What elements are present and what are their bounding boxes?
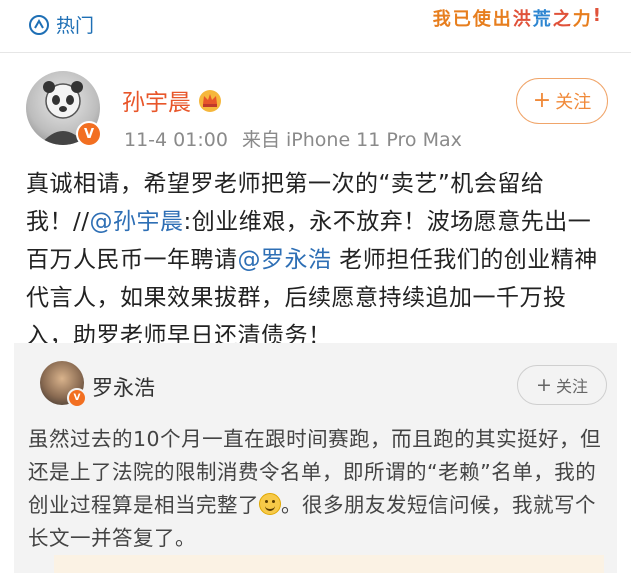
quoted-author-avatar[interactable]: V bbox=[40, 361, 87, 408]
link-card-preview[interactable] bbox=[54, 555, 604, 573]
author-name[interactable]: 孙宇晨 bbox=[122, 83, 223, 117]
post-time: 11-4 01:00 bbox=[124, 129, 228, 151]
slogan-char: 我 bbox=[432, 9, 451, 30]
slogan-char: 使 bbox=[472, 9, 491, 30]
follow-label: 关注 bbox=[555, 92, 592, 113]
weibo-post: V 孙宇晨 11-4 01:00 来自 iPhone 11 Pro Max + … bbox=[0, 53, 631, 349]
plus-icon: + bbox=[536, 373, 552, 396]
slogan-char: 洪 bbox=[512, 9, 531, 30]
slogan-char: 出 bbox=[492, 9, 511, 30]
top-bar: 热门 我 已 使 出 洪 荒 之 力 ! bbox=[0, 0, 631, 53]
hot-topic-icon bbox=[29, 14, 49, 35]
quoted-follow-label: 关注 bbox=[555, 377, 588, 396]
slogan-banner: 我 已 使 出 洪 荒 之 力 ! bbox=[433, 5, 601, 31]
plus-icon: + bbox=[532, 88, 552, 113]
smile-emoji-icon bbox=[259, 493, 281, 515]
post-body: 真诚相请，希望罗老师把第一次的“卖艺”机会留给我！//@孙宇晨:创业维艰，永不放… bbox=[26, 165, 610, 355]
slogan-char: 力 bbox=[572, 9, 591, 30]
author-name-text: 孙宇晨 bbox=[122, 90, 191, 116]
quoted-body: 虽然过去的10个月一直在跟时间赛跑，而且跑的其实挺好，但还是上了法院的限制消费令… bbox=[28, 423, 608, 555]
post-source: 来自 iPhone 11 Pro Max bbox=[241, 129, 462, 151]
crown-icon bbox=[199, 90, 221, 112]
follow-button[interactable]: + 关注 bbox=[516, 78, 608, 124]
verified-badge-icon: V bbox=[76, 121, 102, 147]
slogan-char: 荒 bbox=[532, 9, 551, 30]
mention-link[interactable]: @罗永浩 bbox=[238, 247, 332, 273]
hot-topic-label: 热门 bbox=[56, 15, 95, 37]
slogan-char: 已 bbox=[452, 9, 471, 30]
quoted-author-name[interactable]: 罗永浩 bbox=[92, 372, 155, 402]
author-avatar[interactable]: V bbox=[26, 71, 102, 147]
quoted-post[interactable]: V 罗永浩 + 关注 虽然过去的10个月一直在跟时间赛跑，而且跑的其实挺好，但还… bbox=[14, 343, 617, 573]
slogan-char: 之 bbox=[552, 9, 571, 30]
slogan-char: ! bbox=[592, 5, 601, 26]
mention-link[interactable]: @孙宇晨 bbox=[90, 209, 184, 235]
hot-topic-link[interactable]: 热门 bbox=[28, 11, 94, 38]
quoted-follow-button[interactable]: + 关注 bbox=[517, 365, 607, 405]
verified-badge-icon: V bbox=[67, 388, 87, 408]
post-meta: 11-4 01:00 来自 iPhone 11 Pro Max bbox=[124, 125, 462, 152]
